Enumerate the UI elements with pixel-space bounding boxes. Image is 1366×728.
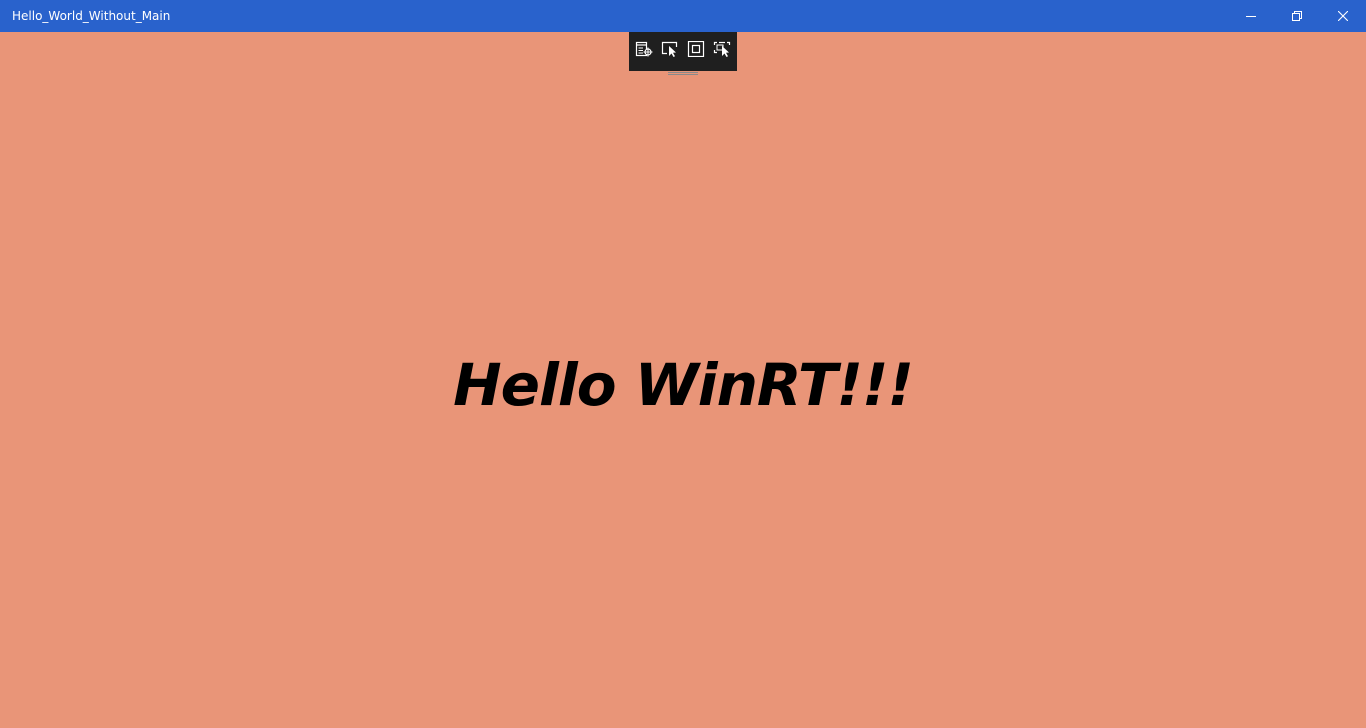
select-element-button[interactable] [659,39,681,59]
close-button[interactable] [1320,0,1366,32]
live-visual-tree-icon [635,41,653,57]
main-content: Hello WinRT!!! [0,32,1366,728]
display-layout-adorners-button[interactable] [685,39,707,59]
in-app-debug-toolbar [629,32,737,75]
minimize-icon [1246,11,1256,21]
live-visual-tree-button[interactable] [633,39,655,59]
toolbar-collapse-handle[interactable] [668,63,698,75]
window-title: Hello_World_Without_Main [12,9,171,23]
app-window: Hello_World_Without_Main Hello WinRT!!! [0,0,1366,728]
track-focused-element-icon [713,41,731,57]
restore-icon [1292,11,1302,21]
title-bar[interactable]: Hello_World_Without_Main [0,0,1366,32]
track-focused-element-button[interactable] [711,39,733,59]
select-element-icon [661,41,679,57]
minimize-button[interactable] [1228,0,1274,32]
display-layout-adorners-icon [687,41,705,57]
hello-message: Hello WinRT!!! [453,351,914,419]
close-icon [1338,11,1348,21]
maximize-button[interactable] [1274,0,1320,32]
